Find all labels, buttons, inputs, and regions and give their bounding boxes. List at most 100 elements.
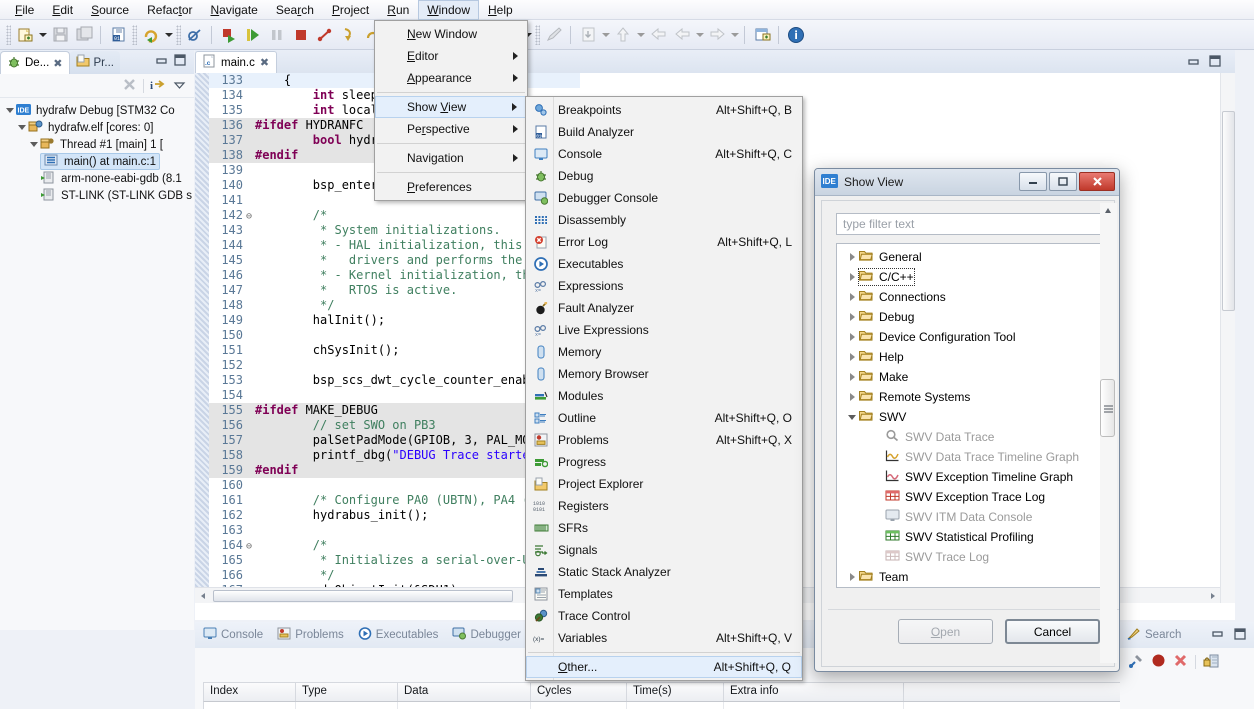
tools-icon[interactable] [1128, 653, 1144, 672]
show-view-item-templates[interactable]: Templates [526, 583, 802, 605]
twisty-icon[interactable] [845, 353, 859, 361]
information-icon[interactable] [784, 23, 808, 47]
view-tree-item-device-configuration-tool[interactable]: Device Configuration Tool [837, 327, 1103, 347]
view-menu-icon[interactable] [173, 79, 186, 93]
main-menu-bar[interactable]: File Edit Source Refactor Navigate Searc… [0, 0, 1254, 20]
menu-search[interactable]: Search [267, 0, 323, 20]
scrollbar-thumb[interactable] [1222, 111, 1235, 311]
view-tree-item-debug[interactable]: Debug [837, 307, 1103, 327]
show-view-item-project-explorer[interactable]: Project Explorer [526, 473, 802, 495]
maximize-icon[interactable] [1234, 628, 1246, 643]
show-view-item-sfrs[interactable]: SFRs [526, 517, 802, 539]
show-view-item-static-stack-analyzer[interactable]: Static Stack Analyzer [526, 561, 802, 583]
show-view-item-problems[interactable]: ProblemsAlt+Shift+Q, X [526, 429, 802, 451]
column-header-index[interactable]: Index [204, 683, 296, 701]
column-header-extra-info[interactable]: Extra info [724, 683, 904, 701]
maximize-icon[interactable] [174, 54, 186, 66]
tree-item-launch[interactable]: IDE hydrafw Debug [STM32 Co [0, 102, 194, 119]
show-view-item-registers[interactable]: 10100101Registers [526, 495, 802, 517]
fold-marker-icon[interactable]: ⊖ [243, 209, 255, 224]
window-menu-dropdown[interactable]: New WindowEditorAppearanceShow ViewPersp… [374, 20, 528, 201]
scroll-left-icon[interactable] [195, 588, 211, 604]
build-icon[interactable]: 010 [106, 23, 130, 47]
open-button[interactable]: Open [898, 619, 993, 644]
show-view-item-disassembly[interactable]: Disassembly [526, 209, 802, 231]
twisty-icon[interactable] [845, 253, 859, 261]
dialog-maximize-button[interactable] [1049, 172, 1077, 191]
twisty-icon[interactable] [845, 313, 859, 321]
build-dropdown-icon[interactable] [163, 23, 174, 47]
step-into-icon[interactable] [337, 23, 361, 47]
cancel-button[interactable]: Cancel [1005, 619, 1100, 644]
menu-help[interactable]: Help [479, 0, 522, 20]
editor-tab-main-c[interactable]: .c main.c ✖ [195, 51, 277, 73]
view-tree-item-swv-itm-data-console[interactable]: SWV ITM Data Console [837, 507, 1103, 527]
twisty-icon[interactable] [845, 273, 859, 281]
column-header-cycles[interactable]: Cycles [531, 683, 627, 701]
close-icon[interactable]: ✖ [260, 56, 269, 69]
tree-item-stackframe[interactable]: main() at main.c:1 [0, 153, 194, 170]
show-view-item-signals[interactable]: Signals [526, 539, 802, 561]
remove-icon[interactable] [1173, 653, 1188, 671]
scrollbar-thumb[interactable] [213, 590, 513, 602]
view-tree-item-help[interactable]: Help [837, 347, 1103, 367]
scroll-up-icon[interactable] [1100, 203, 1115, 217]
twisty-icon[interactable] [845, 293, 859, 301]
tab-project-explorer[interactable]: Pr... [70, 51, 120, 74]
dialog-minimize-button[interactable] [1019, 172, 1047, 191]
tab-executables[interactable]: Executables [358, 627, 439, 643]
resume-debug-icon[interactable] [217, 23, 241, 47]
close-icon[interactable]: ✖ [53, 57, 62, 70]
column-header-type[interactable]: Type [296, 683, 398, 701]
show-view-item-variables[interactable]: (x)=VariablesAlt+Shift+Q, V [526, 627, 802, 649]
minimize-icon[interactable] [1188, 56, 1200, 70]
show-view-item-trace-control[interactable]: Trace Control [526, 605, 802, 627]
menu-file[interactable]: File [6, 0, 43, 20]
dialog-close-button[interactable] [1079, 172, 1115, 191]
show-view-item-memory-browser[interactable]: Memory Browser [526, 363, 802, 385]
twisty-icon[interactable] [845, 333, 859, 341]
show-view-item-memory[interactable]: Memory [526, 341, 802, 363]
tree-item-stlink[interactable]: ST-LINK (ST-LINK GDB s [0, 187, 194, 204]
resume-icon[interactable] [241, 23, 265, 47]
left-pane-tabs[interactable]: De... ✖ Pr... [0, 50, 194, 74]
dialog-vertical-scrollbar[interactable] [1100, 203, 1117, 663]
tab-debug[interactable]: De... ✖ [0, 51, 70, 74]
minimize-icon[interactable] [1212, 629, 1224, 642]
view-tree-item-remote-systems[interactable]: Remote Systems [837, 387, 1103, 407]
view-tree-item-swv-exception-timeline-graph[interactable]: SWV Exception Timeline Graph [837, 467, 1103, 487]
debug-view-toolbar[interactable]: i [0, 74, 194, 98]
tree-item-thread[interactable]: Thread #1 [main] 1 [ [0, 136, 194, 153]
menu-navigate[interactable]: Navigate [201, 0, 266, 20]
scroll-right-icon[interactable] [1204, 588, 1220, 604]
show-view-item-other[interactable]: Other...Alt+Shift+Q, Q [526, 656, 802, 678]
view-tree-item-swv-data-trace-timeline-graph[interactable]: SWV Data Trace Timeline Graph [837, 447, 1103, 467]
view-tree-item-team[interactable]: Team [837, 567, 1103, 587]
view-tree-item-general[interactable]: General [837, 247, 1103, 267]
twisty-icon[interactable] [845, 393, 859, 401]
trace-table-body[interactable] [203, 702, 1247, 709]
view-tree-item-swv-data-trace[interactable]: SWV Data Trace [837, 427, 1103, 447]
dialog-buttons[interactable]: Open Cancel [898, 619, 1100, 644]
terminate-icon[interactable] [289, 23, 313, 47]
tab-problems[interactable]: Problems [277, 627, 344, 643]
window-menu-item-navigation[interactable]: Navigation [375, 147, 527, 169]
column-header-time[interactable]: Time(s) [627, 683, 724, 701]
menu-run[interactable]: Run [378, 0, 418, 20]
remove-all-terminated-icon[interactable] [122, 77, 137, 95]
maximize-icon[interactable] [1209, 55, 1221, 70]
window-menu-item-new-window[interactable]: New Window [375, 23, 527, 45]
skip-breakpoints-icon[interactable] [183, 23, 207, 47]
window-menu-item-perspective[interactable]: Perspective [375, 118, 527, 140]
view-tree-item-connections[interactable]: Connections [837, 287, 1103, 307]
window-menu-item-preferences[interactable]: Preferences [375, 176, 527, 198]
view-tree-item-swv-statistical-profiling[interactable]: SWV Statistical Profiling [837, 527, 1103, 547]
minimize-icon[interactable] [156, 55, 168, 65]
show-view-item-debugger-console[interactable]: Debugger Console [526, 187, 802, 209]
show-view-item-outline[interactable]: OutlineAlt+Shift+Q, O [526, 407, 802, 429]
view-tree-item-swv[interactable]: SWV [837, 407, 1103, 427]
search-view-tabs[interactable]: Search [1120, 622, 1254, 648]
tree-item-gdb[interactable]: arm-none-eabi-gdb (8.1 [0, 170, 194, 187]
show-view-item-fault-analyzer[interactable]: Fault Analyzer [526, 297, 802, 319]
window-menu-item-editor[interactable]: Editor [375, 45, 527, 67]
